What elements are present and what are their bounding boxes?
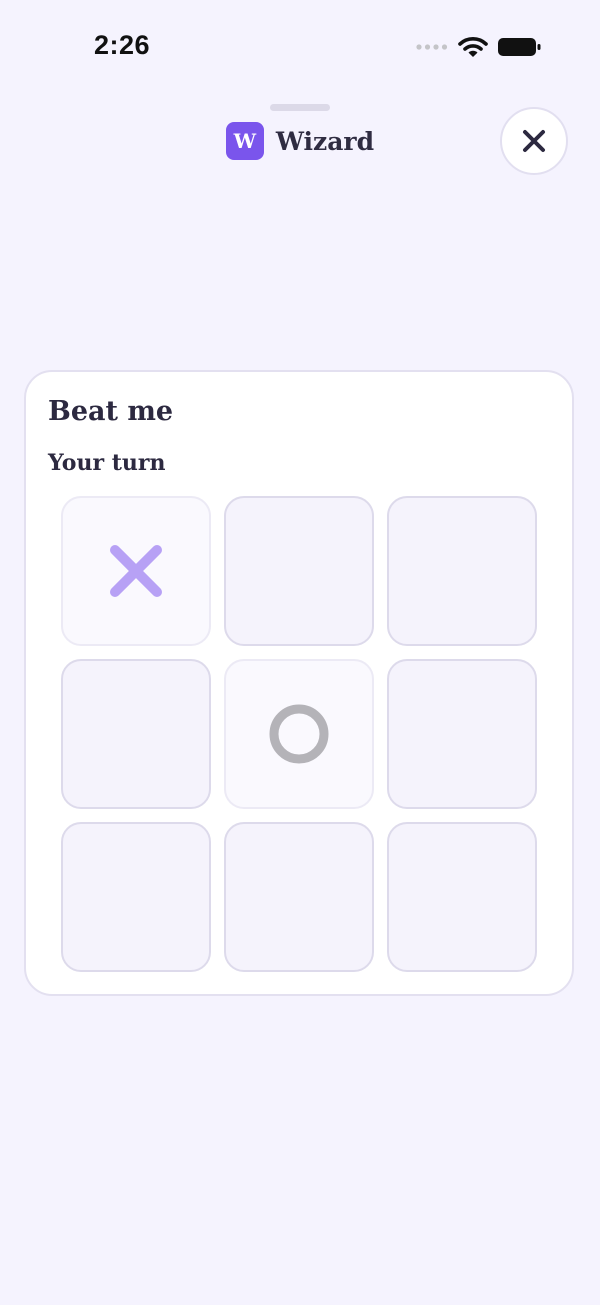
- game-card: Beat me Your turn: [24, 370, 574, 996]
- battery-icon: [498, 38, 541, 56]
- card-title: Beat me: [48, 396, 174, 427]
- tic-tac-toe-board: [61, 496, 541, 976]
- app-logo: W: [225, 122, 264, 160]
- status-icons: [416, 36, 542, 58]
- board-cell-2-0[interactable]: [61, 822, 211, 972]
- wifi-icon: [458, 37, 488, 57]
- sheet-grabber[interactable]: [270, 104, 330, 111]
- board-cell-2-1[interactable]: [224, 822, 374, 972]
- board-cell-1-2[interactable]: [387, 659, 537, 809]
- board-cell-0-0[interactable]: [61, 496, 211, 646]
- o-mark-icon: [269, 704, 329, 764]
- board-cell-1-1[interactable]: [224, 659, 374, 809]
- board-cell-0-2[interactable]: [387, 496, 537, 646]
- app-name: Wizard: [275, 126, 375, 156]
- board-cell-1-0[interactable]: [61, 659, 211, 809]
- board-cell-0-1[interactable]: [224, 496, 374, 646]
- close-button[interactable]: [500, 107, 568, 175]
- x-mark-icon: [110, 545, 162, 597]
- status-time: 2:26: [94, 30, 151, 60]
- status-bar: 2:26: [0, 0, 600, 96]
- turn-status: Your turn: [48, 450, 166, 476]
- close-icon: [523, 130, 545, 152]
- board-cell-2-2[interactable]: [387, 822, 537, 972]
- cellular-signal-icon: [416, 44, 448, 50]
